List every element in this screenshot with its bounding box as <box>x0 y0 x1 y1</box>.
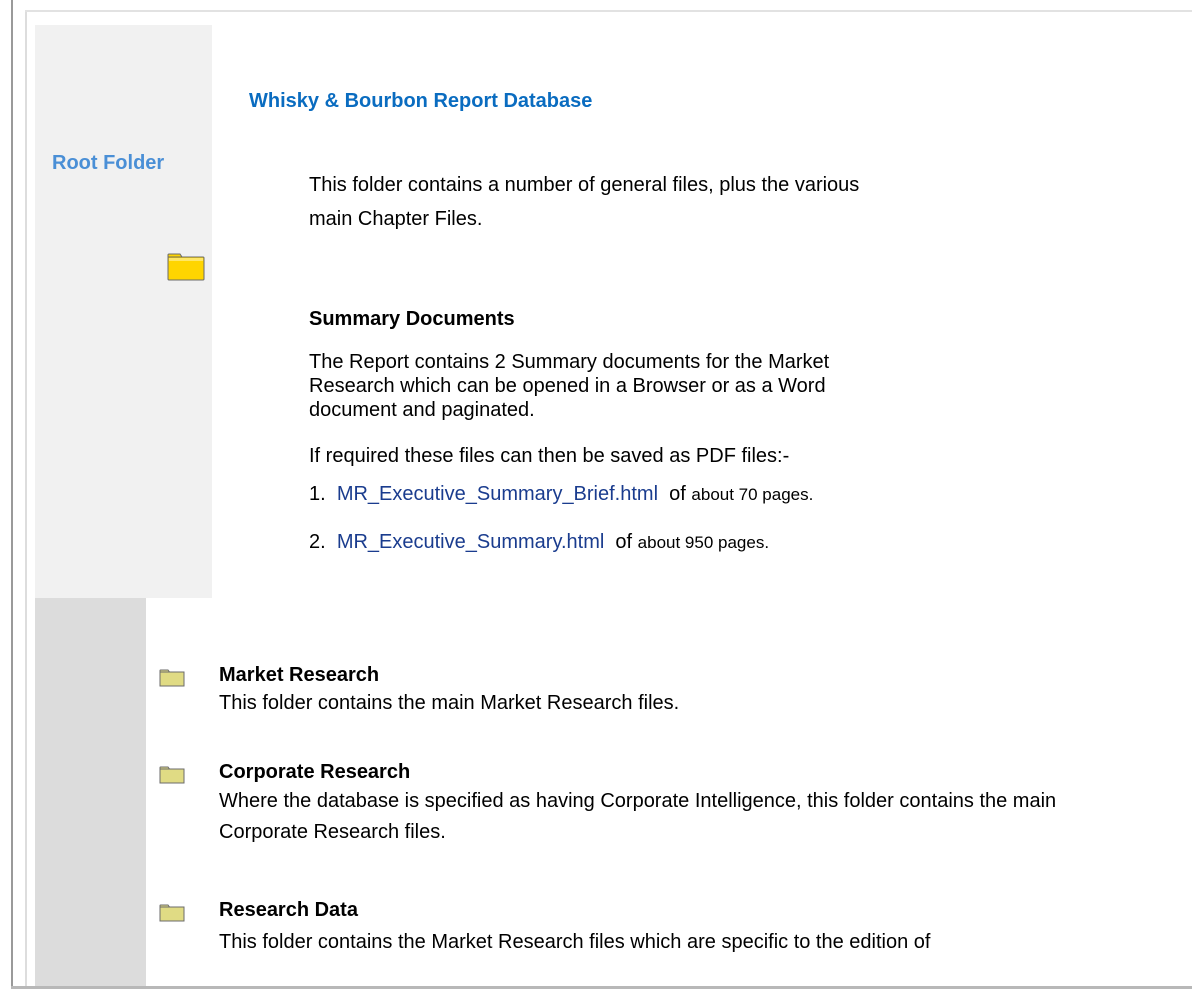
page-count: about 70 pages. <box>691 485 814 504</box>
list-number: 1. <box>309 483 326 505</box>
of-label: of <box>615 531 633 553</box>
frame-left-border <box>11 0 13 988</box>
folder-title-market-research: Market Research <box>219 664 380 686</box>
root-folder-label: Root Folder <box>52 152 165 174</box>
lower-left-column <box>35 598 146 986</box>
list-number: 2. <box>309 531 326 553</box>
folder-title-corporate-research: Corporate Research <box>219 761 411 783</box>
frame-inner-left-border <box>25 12 27 988</box>
folder-title-research-data: Research Data <box>219 899 358 921</box>
folder-description: Where the database is specified as havin… <box>219 790 1057 843</box>
summary-save-note: If required these files can then be save… <box>309 445 790 467</box>
folder-description: This folder contains the main Market Res… <box>219 692 680 714</box>
folder-icon <box>159 904 185 922</box>
page: Root Folder Whisky & Bourbon Report Data… <box>0 0 1192 996</box>
intro-text: This folder contains a number of general… <box>309 174 860 230</box>
folder-icon <box>159 766 185 784</box>
folder-description: This folder contains the Market Research… <box>219 931 931 953</box>
frame-bottom-border <box>11 986 1192 989</box>
left-panel <box>35 25 212 598</box>
of-label: of <box>669 483 686 505</box>
list-item: 1. MR_Executive_Summary_Brief.html of ab… <box>309 483 813 506</box>
folder-icon <box>159 669 185 687</box>
page-count: about 950 pages. <box>637 533 770 552</box>
list-item: 2. MR_Executive_Summary.html of about 95… <box>309 531 769 554</box>
frame-top-border <box>25 10 1192 12</box>
document-link[interactable]: MR_Executive_Summary.html <box>337 531 604 553</box>
page-title: Whisky & Bourbon Report Database <box>249 90 593 112</box>
document-link[interactable]: MR_Executive_Summary_Brief.html <box>337 483 658 505</box>
folder-icon <box>167 253 205 281</box>
summary-heading: Summary Documents <box>309 308 515 330</box>
summary-text: The Report contains 2 Summary documents … <box>309 351 830 421</box>
